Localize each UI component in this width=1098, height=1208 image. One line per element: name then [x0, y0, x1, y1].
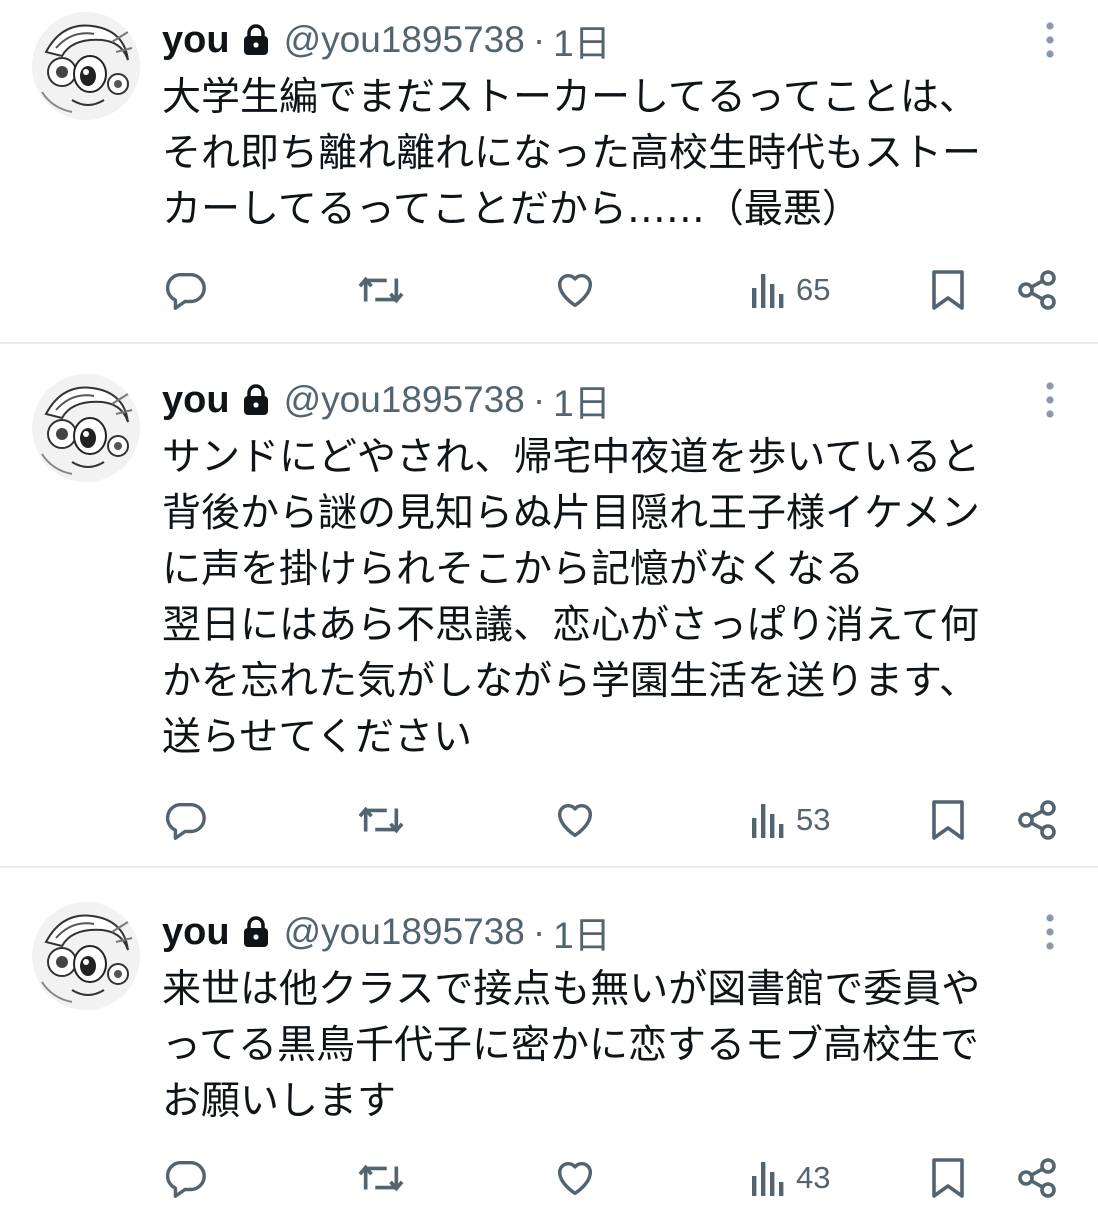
retweet-button[interactable]: [356, 1148, 406, 1208]
user-handle[interactable]: @you1895738: [284, 19, 525, 61]
bookmark-button[interactable]: [928, 260, 968, 320]
bookmark-button[interactable]: [928, 1148, 968, 1208]
more-vertical-icon[interactable]: [1044, 380, 1056, 420]
tweet[interactable]: you @you1895738 · 1日 サンドにどやされ、帰宅中夜道を歩いてい…: [0, 344, 1098, 866]
share-icon: [1018, 1158, 1056, 1198]
tweet-text-line: 翌日にはあら不思議、恋心がさっぱり消えて何: [162, 603, 980, 648]
avatar[interactable]: [32, 902, 140, 1010]
reply-button[interactable]: [162, 260, 208, 320]
tweet-text-line: 来世は他クラスで接点も無いが図書館で委員や: [162, 967, 981, 1012]
retweet-button[interactable]: [356, 260, 406, 320]
lock-icon: [242, 383, 270, 417]
timestamp[interactable]: 1日: [553, 13, 611, 67]
display-name[interactable]: you: [162, 19, 230, 62]
tweet-text: サンドにどやされ、帰宅中夜道を歩いていると 背後から謎の見知らぬ片目隠れ王子様イ…: [162, 430, 1072, 766]
share-button[interactable]: [1016, 260, 1060, 320]
avatar[interactable]: [32, 374, 140, 482]
retweet-icon: [358, 806, 404, 834]
retweet-button[interactable]: [356, 790, 406, 850]
reply-icon: [165, 272, 206, 310]
tweet[interactable]: you @you1895738 · 1日 来世は他クラスで接点も無いが図書館で委…: [0, 868, 1098, 1208]
view-count: 65: [796, 272, 831, 307]
bookmark-button[interactable]: [928, 790, 968, 850]
tweet-header: you @you1895738 · 1日: [162, 14, 611, 66]
tweet-text-line: それ即ち離れ離れになった高校生時代もストー: [162, 131, 982, 176]
view-count: 53: [796, 802, 831, 837]
reply-button[interactable]: [162, 790, 208, 850]
display-name[interactable]: you: [162, 379, 230, 422]
heart-icon: [557, 1161, 593, 1196]
display-name[interactable]: you: [162, 911, 230, 954]
share-button[interactable]: [1016, 790, 1060, 850]
views-button[interactable]: 43: [748, 1148, 830, 1208]
separator-dot: ·: [532, 911, 546, 952]
more-vertical-icon[interactable]: [1044, 20, 1056, 60]
more-vertical-icon[interactable]: [1044, 912, 1056, 952]
tweet-text: 来世は他クラスで接点も無いが図書館で委員や ってる黒鳥千代子に密かに恋するモブ高…: [162, 962, 1072, 1130]
action-bar: 53: [0, 790, 1098, 850]
tweet-text-line: 大学生編でまだストーカーしてるってことは、: [162, 75, 978, 120]
bookmark-icon: [932, 1158, 964, 1198]
share-button[interactable]: [1016, 1148, 1060, 1208]
tweet-text-line: サンドにどやされ、帰宅中夜道を歩いていると: [162, 435, 981, 480]
retweet-icon: [358, 1164, 404, 1192]
separator-dot: ·: [532, 19, 546, 60]
reply-icon: [165, 802, 206, 840]
like-button[interactable]: [552, 790, 598, 850]
timestamp[interactable]: 1日: [553, 373, 611, 427]
like-button[interactable]: [552, 260, 598, 320]
views-button[interactable]: 65: [748, 260, 830, 320]
tweet-text-line: に声を掛けられそこから記憶がなくなる: [162, 547, 865, 592]
share-icon: [1018, 270, 1056, 310]
views-button[interactable]: 53: [748, 790, 830, 850]
share-icon: [1018, 800, 1056, 840]
avatar[interactable]: [32, 12, 140, 120]
heart-icon: [557, 803, 593, 838]
tweet-text-line: 背後から謎の見知らぬ片目隠れ王子様イケメン: [162, 491, 980, 536]
reply-icon: [165, 1160, 206, 1198]
tweet-text-line: お願いします: [162, 1079, 397, 1124]
tweet-text-line: ってる黒鳥千代子に密かに恋するモブ高校生で: [162, 1023, 980, 1068]
tweet-header: you @you1895738 · 1日: [162, 374, 611, 426]
tweet-header: you @you1895738 · 1日: [162, 906, 611, 958]
tweet[interactable]: you @you1895738 · 1日 大学生編でまだストーカーしてるってこと…: [0, 0, 1098, 342]
like-button[interactable]: [552, 1148, 598, 1208]
heart-icon: [557, 273, 593, 308]
view-count: 43: [796, 1160, 831, 1195]
tweet-text: 大学生編でまだストーカーしてるってことは、 それ即ち離れ離れになった高校生時代も…: [162, 70, 1072, 238]
timestamp[interactable]: 1日: [553, 905, 611, 959]
bookmark-icon: [932, 800, 964, 840]
retweet-icon: [358, 276, 404, 304]
tweet-text-line: 送らせてください: [162, 715, 473, 760]
user-handle[interactable]: @you1895738: [284, 379, 525, 421]
action-bar: 65: [0, 260, 1098, 320]
lock-icon: [242, 915, 270, 949]
bookmark-icon: [932, 270, 964, 310]
separator-dot: ·: [532, 379, 546, 420]
reply-button[interactable]: [162, 1148, 208, 1208]
lock-icon: [242, 23, 270, 57]
tweet-text-line: かを忘れた気がしながら学園生活を送ります、: [162, 659, 978, 704]
tweet-text-line: カーしてるってことだから……（最悪）: [162, 187, 861, 232]
user-handle[interactable]: @you1895738: [284, 911, 525, 953]
views-icon: [752, 274, 784, 308]
views-icon: [752, 1162, 784, 1196]
action-bar: 43: [0, 1148, 1098, 1208]
views-icon: [752, 804, 784, 838]
